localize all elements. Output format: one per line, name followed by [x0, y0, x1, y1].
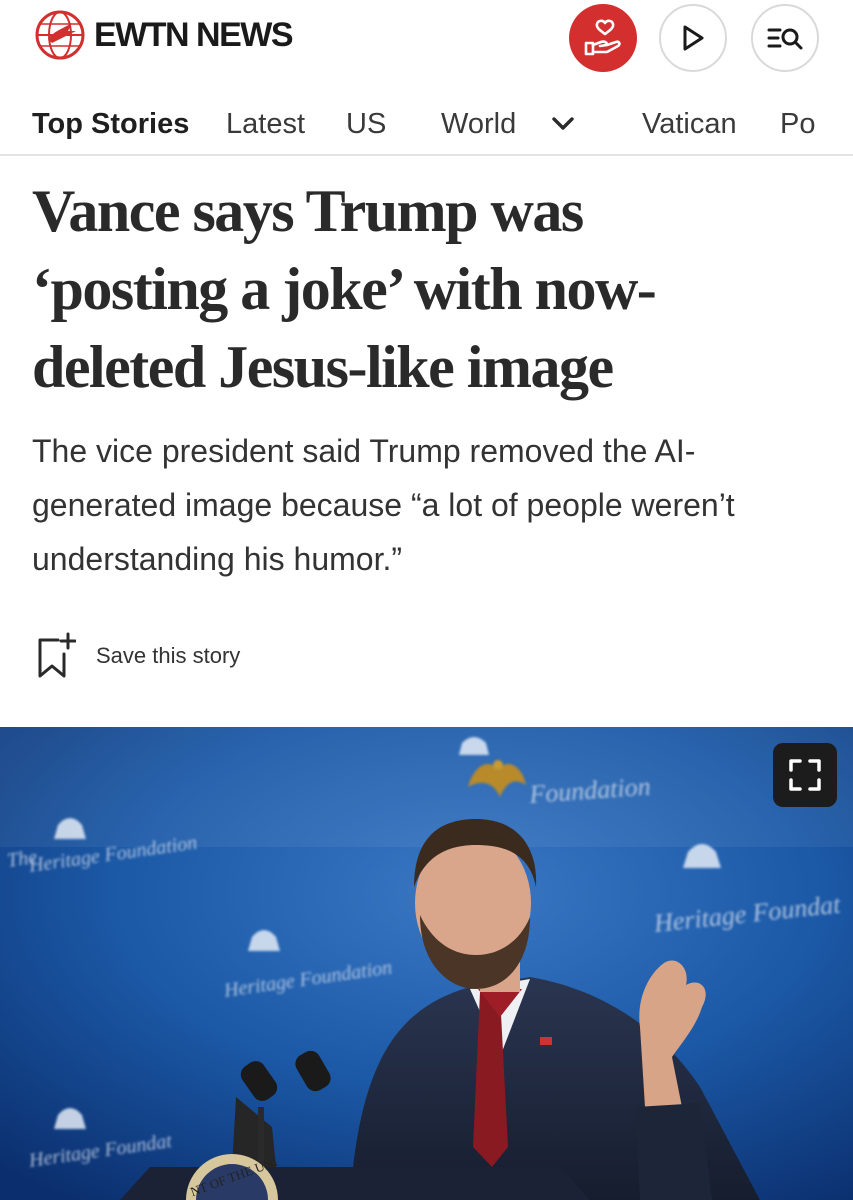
- expand-image-button[interactable]: [773, 743, 837, 807]
- article-dek: The vice president said Trump removed th…: [32, 424, 832, 586]
- dek-line: understanding his humor.”: [32, 541, 402, 577]
- search-menu-icon: [767, 28, 803, 50]
- nav-item-top-stories[interactable]: Top Stories: [32, 108, 189, 141]
- save-story-label: Save this story: [96, 643, 241, 668]
- headline-line: deleted Jesus-like image: [32, 334, 614, 400]
- site-header: EWTN NEWS: [0, 0, 853, 84]
- bookmark-add-icon: [38, 632, 76, 678]
- play-button[interactable]: [659, 4, 727, 72]
- donate-heart-hand-icon: [584, 19, 621, 56]
- nav-item-pope[interactable]: Po: [780, 108, 815, 141]
- section-nav: Top Stories Latest US World Vatican Po: [0, 84, 853, 156]
- ewtn-logo[interactable]: EWTN NEWS: [34, 10, 294, 60]
- globe-icon: [35, 10, 85, 60]
- nav-item-world[interactable]: World: [441, 108, 516, 141]
- nav-item-latest[interactable]: Latest: [226, 108, 305, 141]
- nav-item-us[interactable]: US: [346, 108, 386, 141]
- brand-name: EWTN NEWS: [94, 15, 294, 54]
- article-headline: Vance says Trump was ‘posting a joke’ wi…: [32, 172, 832, 406]
- article-photo[interactable]: The Heritage Foundation Foundation Herit…: [0, 727, 853, 1200]
- dek-line: generated image because “a lot of people…: [32, 487, 735, 523]
- donate-button[interactable]: [569, 4, 637, 72]
- chevron-down-icon[interactable]: [550, 114, 576, 134]
- headline-line: Vance says Trump was: [32, 178, 584, 244]
- search-menu-button[interactable]: [751, 4, 819, 72]
- fullscreen-icon: [789, 759, 821, 791]
- photo-illustration: The Heritage Foundation Foundation Herit…: [0, 727, 853, 1200]
- headline-line: ‘posting a joke’ with now-: [32, 256, 657, 322]
- play-icon: [683, 25, 704, 51]
- save-story-button[interactable]: Save this story: [36, 630, 240, 682]
- dek-line: The vice president said Trump removed th…: [32, 433, 696, 469]
- nav-item-vatican[interactable]: Vatican: [642, 108, 737, 141]
